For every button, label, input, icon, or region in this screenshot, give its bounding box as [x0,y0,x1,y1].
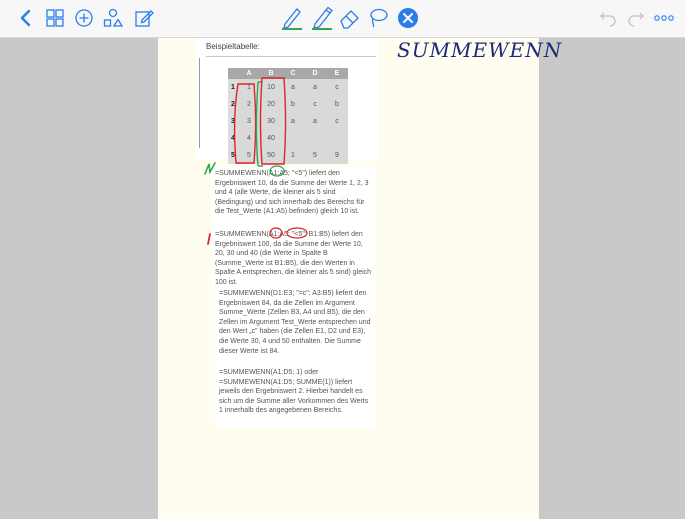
table-cell [282,130,304,147]
table-cell: b [282,96,304,113]
table-cell: 5 [304,147,326,164]
column-header: C [282,68,304,79]
table-label: Beispieltabelle: [206,42,260,51]
paragraph-text: =SUMMEWENN(A1:A5; "<5") liefert den Erge… [215,170,369,216]
row-ticks [199,58,204,148]
table-cell: 9 [326,147,348,164]
table-cell: 20 [260,96,282,113]
table-cell: 30 [260,113,282,130]
table-cell: a [304,113,326,130]
table-cell: 4 [238,130,260,147]
table-corner [228,68,238,79]
table-cell [326,130,348,147]
example-table: A B C D E 1 1 10 a a c 2 2 20 b c b 3 3 … [228,68,348,164]
table-cell: a [304,79,326,96]
pen-icon[interactable] [310,6,334,30]
paragraph-4: =SUMMEWENN(A1:D5; 1) oder =SUMMEWENN(A1:… [215,366,375,428]
toolbar [0,0,685,38]
eraser-icon[interactable] [338,6,362,30]
row-number: 2 [228,96,238,113]
paragraph-2: =SUMMEWENN(A1:A5; "<5"; B1:B5) liefert d… [211,228,376,286]
table-cell: 2 [238,96,260,113]
lasso-icon[interactable] [366,6,390,30]
handwritten-title: SUMMEWENN [397,38,563,62]
table-cell: 5 [238,147,260,164]
table-cell [304,130,326,147]
paragraph-1: =SUMMEWENN(A1:A5; "<5") liefert den Erge… [211,167,376,230]
table-cell: b [326,96,348,113]
shapes-icon[interactable] [101,6,125,30]
add-circle-icon[interactable] [72,6,96,30]
edit-icon[interactable] [132,6,156,30]
column-header: B [260,68,282,79]
column-header: D [304,68,326,79]
row-number: 5 [228,147,238,164]
paragraph-text: =SUMMEWENN(A1:A5; "<5"; B1:B5) liefert d… [215,231,372,286]
more-icon[interactable] [652,6,676,30]
table-cell: 40 [260,130,282,147]
table-cell: c [326,79,348,96]
table-cell: 1 [282,147,304,164]
paragraph-text: =SUMMEWENN(A1:D5; 1) oder =SUMMEWENN(A1:… [219,369,369,415]
column-header: E [326,68,348,79]
row-number: 3 [228,113,238,130]
table-cell: c [326,113,348,130]
table-cell: a [282,113,304,130]
grid-icon[interactable] [43,6,67,30]
divider [206,56,376,57]
column-header: A [238,68,260,79]
table-cell: a [282,79,304,96]
close-circle-icon[interactable] [396,6,420,30]
table-cell: 3 [238,113,260,130]
row-number: 4 [228,130,238,147]
paragraph-text: =SUMMEWENN(D1:E3; "=c"; A3:B5) liefert d… [219,290,371,355]
undo-icon[interactable] [596,6,620,30]
pencil-icon[interactable] [280,6,304,30]
row-number: 1 [228,79,238,96]
chevron-left-icon[interactable] [14,6,38,30]
redo-icon[interactable] [624,6,648,30]
table-cell: 1 [238,79,260,96]
table-cell: 50 [260,147,282,164]
table-cell: 10 [260,79,282,96]
paragraph-3: =SUMMEWENN(D1:E3; "=c"; A3:B5) liefert d… [215,287,375,366]
table-cell: c [304,96,326,113]
